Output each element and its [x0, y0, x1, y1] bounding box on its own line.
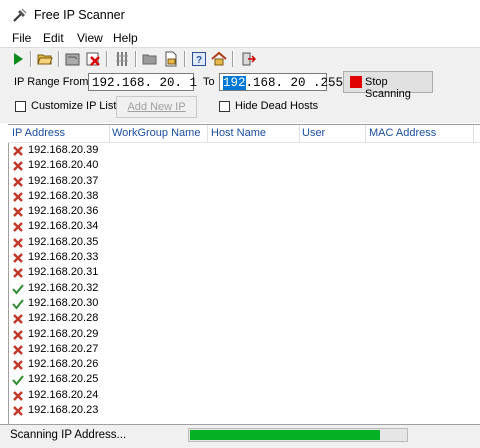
scan-progress-bar	[188, 428, 408, 442]
folder-icon[interactable]	[142, 51, 158, 67]
ip-to-rest: .168. 20 .255	[245, 76, 344, 90]
menu-file[interactable]: File	[12, 31, 31, 45]
menu-help[interactable]: Help	[113, 31, 138, 45]
toolbar-separator	[135, 51, 137, 67]
hide-dead-hosts-checkbox[interactable]	[219, 101, 230, 112]
range-panel: IP Range From 192.168. 20. 1 To 192.168.…	[0, 69, 480, 123]
menu-view[interactable]: View	[77, 31, 103, 45]
exit-icon[interactable]	[240, 51, 256, 67]
status-text: Scanning IP Address...	[10, 429, 127, 441]
checkmark-icon	[12, 284, 24, 295]
scan-progress-fill	[190, 430, 380, 440]
cross-icon	[13, 406, 23, 416]
checkmark-icon	[12, 375, 24, 387]
column-separator[interactable]	[207, 125, 208, 142]
list-border	[8, 124, 9, 424]
add-new-ip-button[interactable]: Add New IP	[116, 96, 197, 118]
cross-icon	[13, 207, 23, 218]
cross-icon	[13, 314, 23, 325]
column-separator[interactable]	[473, 125, 474, 142]
cross-icon	[13, 222, 23, 233]
status-bar: Scanning IP Address...	[0, 424, 480, 448]
window-title: Free IP Scanner	[34, 8, 125, 22]
save-icon[interactable]	[65, 51, 81, 67]
ip-address-cell: 192.168.20.33	[28, 251, 99, 264]
ip-to-field[interactable]: 192.168. 20 .255	[219, 73, 343, 91]
hide-dead-hosts-label: Hide Dead Hosts	[235, 100, 319, 112]
toolbar-separator	[106, 51, 108, 67]
menu-edit[interactable]: Edit	[43, 31, 64, 45]
checkmark-icon	[12, 299, 24, 310]
cross-icon	[13, 344, 23, 355]
cross-icon	[13, 176, 23, 187]
ip-address-cell: 192.168.20.40	[28, 159, 99, 172]
app-scanner-icon	[13, 8, 27, 22]
cross-icon	[13, 360, 23, 371]
ip-address-cell: 192.168.20.39	[28, 144, 99, 156]
open-folder-icon[interactable]	[37, 51, 53, 67]
toolbar-separator	[232, 51, 234, 67]
cross-icon	[13, 329, 23, 340]
ip-address-cell: 192.168.20.37	[28, 174, 99, 187]
ip-address-cell: 192.168.20.24	[28, 388, 99, 401]
columns-icon[interactable]	[114, 51, 130, 67]
column-host-name[interactable]: Host Name	[211, 127, 266, 139]
home-icon[interactable]	[211, 51, 227, 67]
ip-address-cell: 192.168.20.30	[28, 296, 99, 309]
cross-icon	[13, 146, 23, 156]
title-bar: Free IP Scanner	[0, 0, 480, 30]
ip-address-cell: 192.168.20.23	[28, 404, 99, 417]
cross-icon	[13, 268, 23, 279]
range-to-label: To	[203, 76, 215, 88]
add-new-ip-label: Add New IP	[127, 101, 186, 113]
column-separator[interactable]	[299, 125, 300, 142]
ip-from-field[interactable]: 192.168. 20. 1	[88, 73, 197, 91]
ip-address-cell: 192.168.20.32	[28, 281, 99, 294]
ip-address-cell: 192.168.20.36	[28, 205, 99, 218]
ip-address-cell: 192.168.20.25	[28, 373, 99, 386]
menu-bar: File Edit View Help	[0, 30, 480, 46]
ip-address-cell: 192.168.20.34	[28, 220, 99, 233]
column-separator[interactable]	[365, 125, 366, 142]
ip-address-cell: 192.168.20.28	[28, 312, 99, 325]
cross-icon	[13, 390, 23, 401]
toolbar: ?	[0, 47, 480, 70]
ip-address-cell: 192.168.20.27	[28, 342, 99, 355]
help-icon[interactable]: ?	[191, 51, 207, 67]
list-header: IP Address WorkGroup Name Host Name User…	[8, 124, 480, 143]
svg-text:?: ?	[196, 55, 202, 66]
range-from-label: IP Range From	[14, 76, 89, 88]
ip-address-cell: 192.168.20.29	[28, 327, 99, 340]
cross-icon	[13, 161, 23, 172]
file-icon[interactable]	[163, 51, 179, 67]
column-separator[interactable]	[109, 125, 110, 142]
cross-icon	[13, 253, 23, 263]
customize-ip-list-label: Customize IP List	[31, 100, 117, 112]
toolbar-separator	[30, 51, 32, 67]
toolbar-separator	[184, 51, 186, 67]
stop-icon	[350, 76, 362, 88]
cross-icon	[13, 237, 23, 248]
stop-scanning-label: Stop Scanning	[365, 76, 411, 100]
customize-ip-list-checkbox[interactable]	[15, 101, 26, 112]
ip-address-cell: 192.168.20.38	[28, 189, 99, 202]
ip-to-selection: 192	[223, 76, 246, 90]
column-user[interactable]: User	[302, 127, 325, 139]
column-ip-address[interactable]: IP Address	[12, 127, 65, 139]
cross-icon	[13, 192, 23, 202]
column-mac-address[interactable]: MAC Address	[369, 127, 436, 139]
delete-icon[interactable]	[85, 51, 101, 67]
ip-address-cell: 192.168.20.31	[28, 266, 99, 279]
play-icon[interactable]	[10, 51, 26, 67]
toolbar-separator	[58, 51, 60, 67]
ip-address-cell: 192.168.20.35	[28, 235, 99, 248]
stop-scanning-button[interactable]: Stop Scanning	[343, 71, 433, 100]
ip-address-cell: 192.168.20.26	[28, 358, 99, 371]
column-workgroup-name[interactable]: WorkGroup Name	[112, 127, 200, 139]
